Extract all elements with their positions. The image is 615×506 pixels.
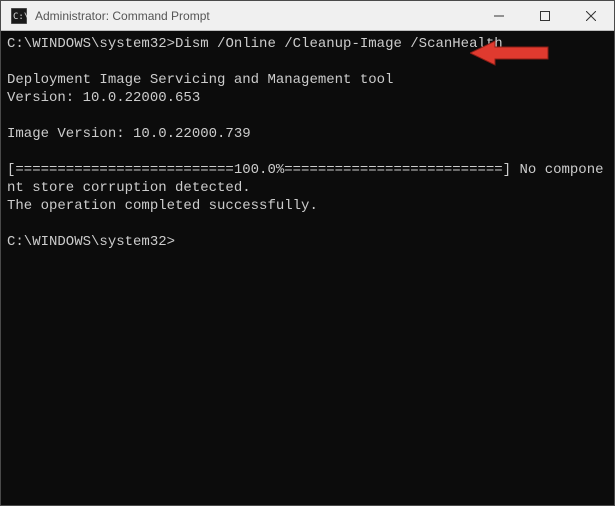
minimize-button[interactable]	[476, 1, 522, 30]
close-button[interactable]	[568, 1, 614, 30]
cmd-icon: C:\	[9, 6, 29, 26]
progress-line: [==========================100.0%=======…	[7, 162, 604, 196]
output-line: Version: 10.0.22000.653	[7, 90, 200, 106]
prompt: C:\WINDOWS\system32>	[7, 36, 175, 52]
command-prompt-window: C:\ Administrator: Command Prompt C:\WIN…	[0, 0, 615, 506]
titlebar[interactable]: C:\ Administrator: Command Prompt	[1, 1, 614, 31]
command-text: Dism /Online /Cleanup-Image /ScanHealth	[175, 36, 503, 52]
prompt: C:\WINDOWS\system32>	[7, 234, 175, 250]
output-line: Deployment Image Servicing and Managemen…	[7, 72, 393, 88]
maximize-button[interactable]	[522, 1, 568, 30]
window-controls	[476, 1, 614, 30]
terminal-output[interactable]: C:\WINDOWS\system32>Dism /Online /Cleanu…	[1, 31, 614, 505]
output-line: The operation completed successfully.	[7, 198, 318, 214]
window-title: Administrator: Command Prompt	[35, 9, 476, 23]
output-line: Image Version: 10.0.22000.739	[7, 126, 251, 142]
svg-text:C:\: C:\	[13, 12, 27, 22]
